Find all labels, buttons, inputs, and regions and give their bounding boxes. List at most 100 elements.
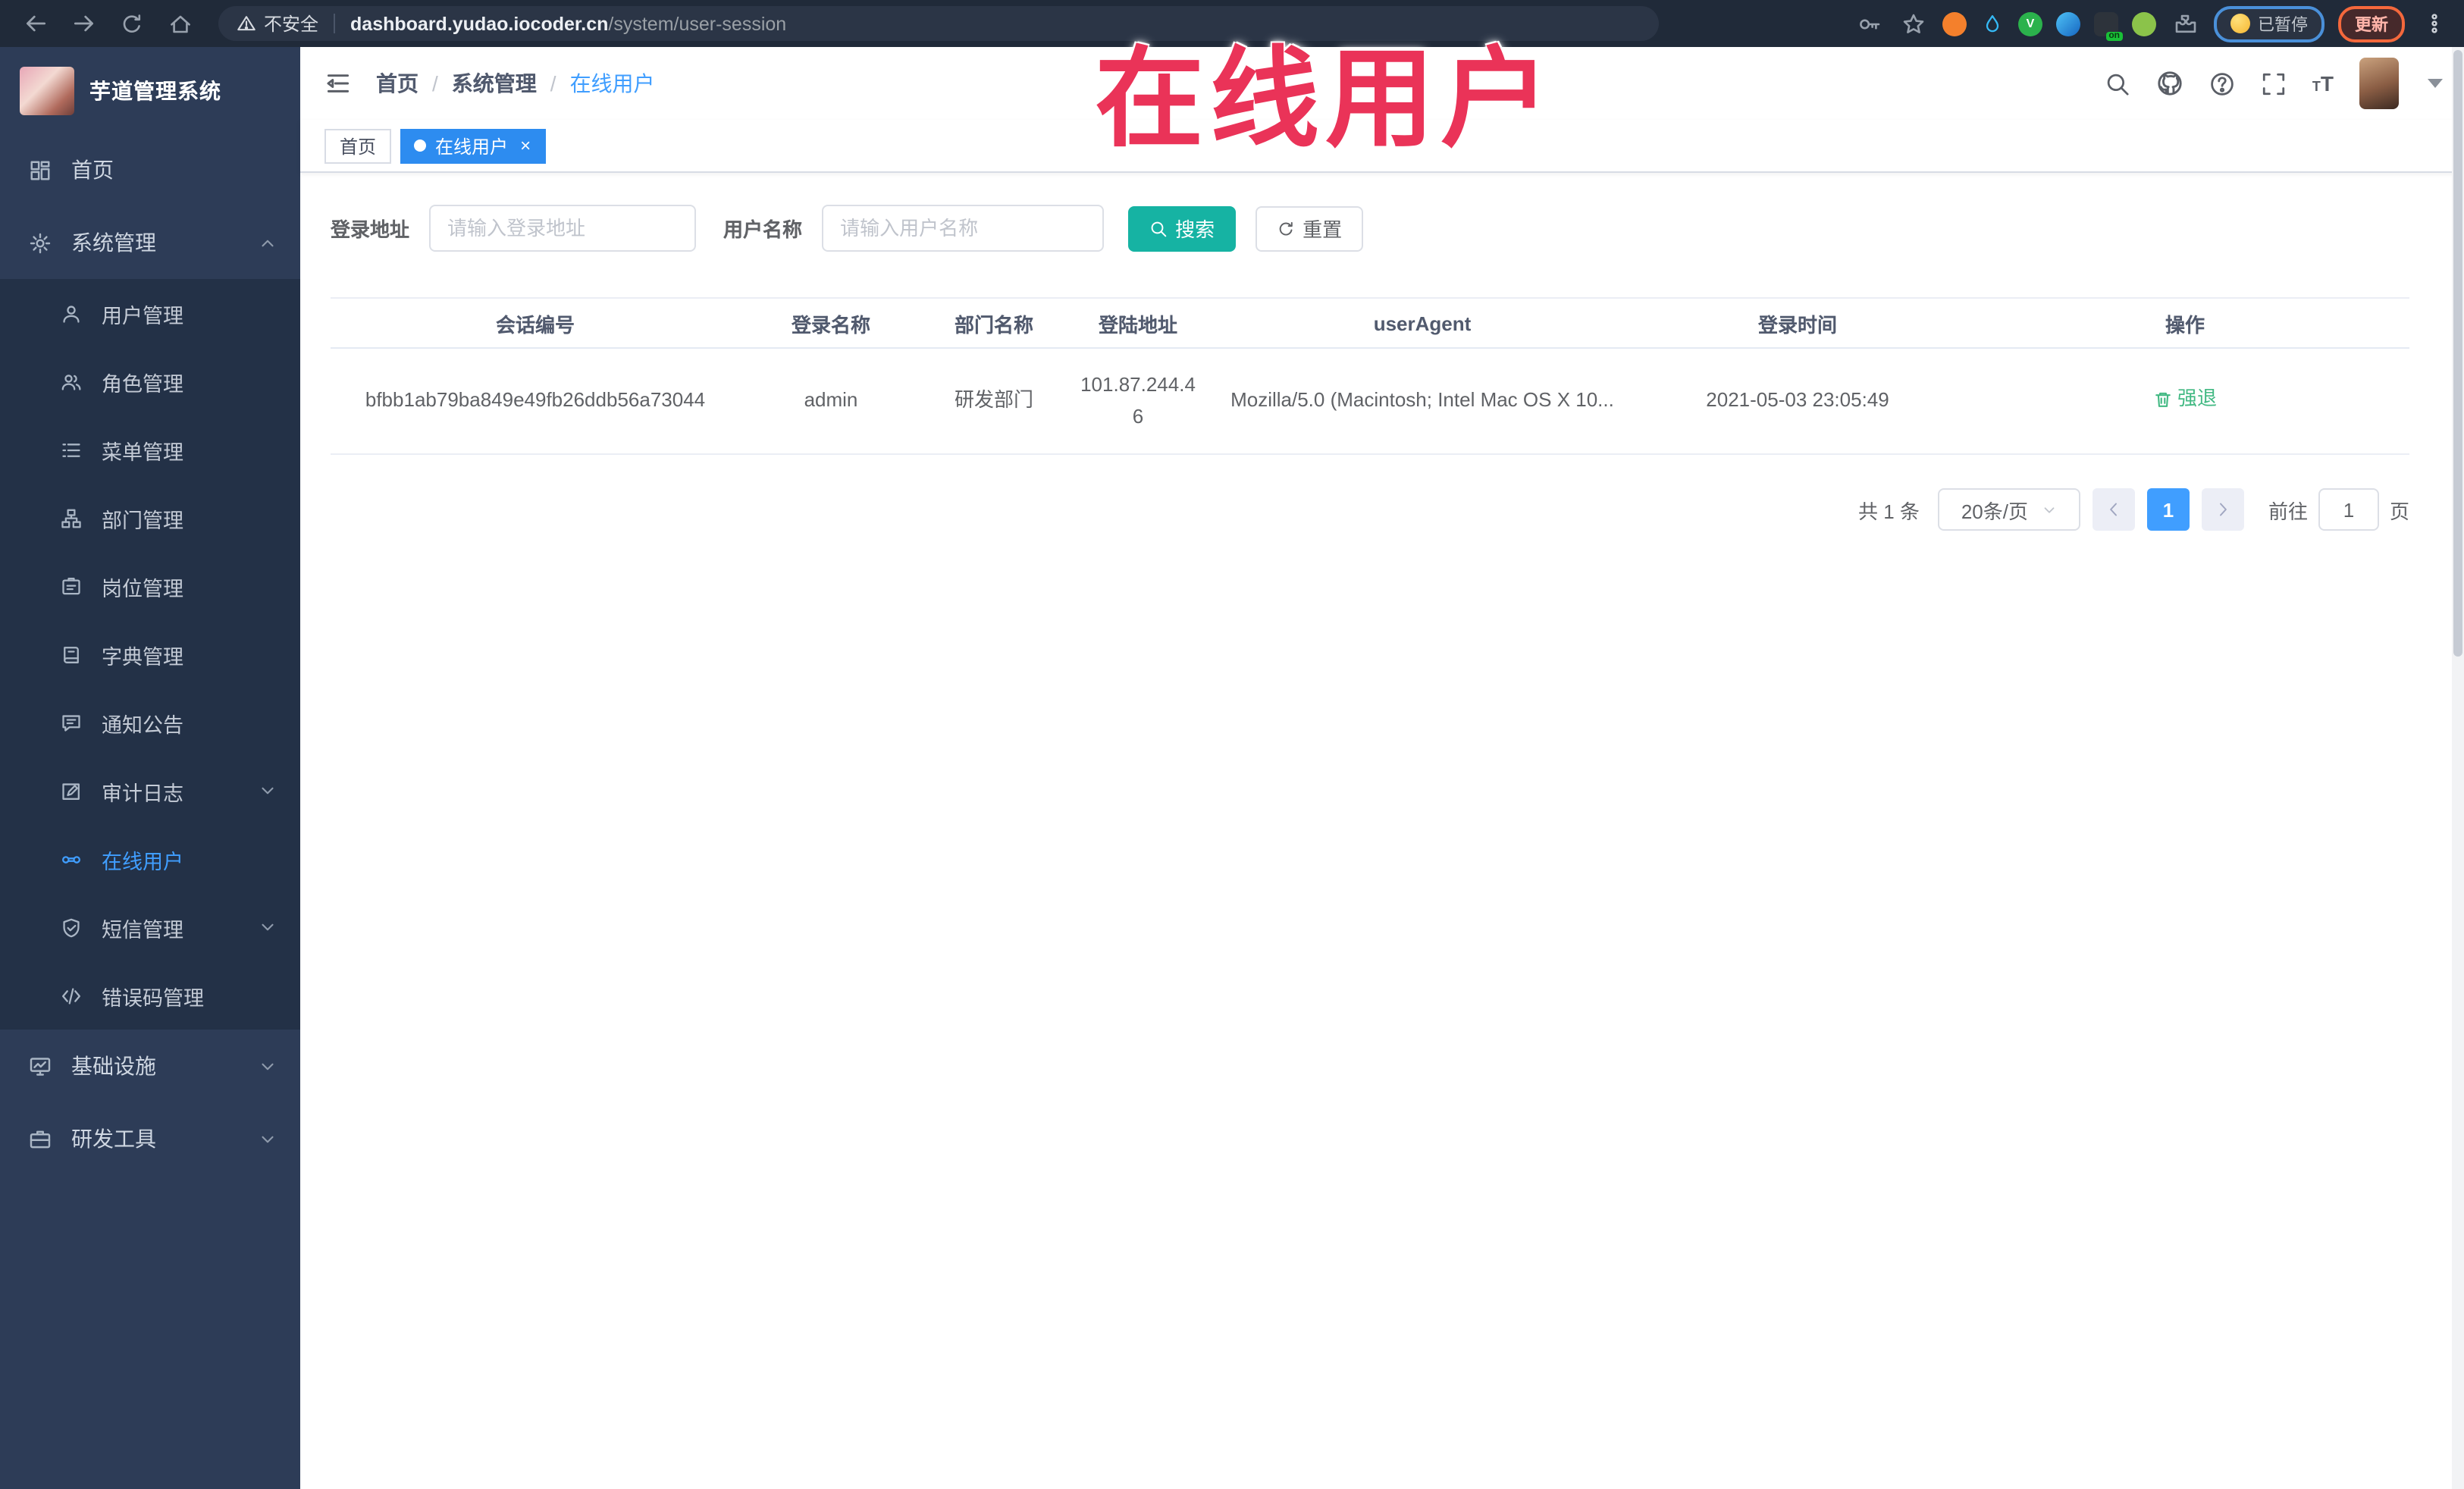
- sidebar-item-audit-log[interactable]: 审计日志: [0, 757, 300, 825]
- search-button-label: 搜索: [1175, 218, 1215, 241]
- goto-prefix: 前往: [2268, 500, 2308, 522]
- refresh-icon: [1277, 219, 1295, 237]
- browser-home-icon[interactable]: [161, 4, 200, 43]
- login-address-input[interactable]: [429, 205, 697, 252]
- sidebar-item-sms-management[interactable]: 短信管理: [0, 893, 300, 961]
- breadcrumb-separator: /: [432, 71, 438, 96]
- app-title: 芋道管理系统: [89, 78, 221, 102]
- chevron-up-icon: [258, 233, 277, 252]
- username-input[interactable]: [822, 205, 1105, 252]
- code-icon: [61, 985, 82, 1006]
- extension-icon[interactable]: [2132, 11, 2156, 36]
- col-login-ip: 登陆地址: [1066, 297, 1210, 349]
- tag-label: 首页: [340, 136, 377, 157]
- sidebar-item-notice[interactable]: 通知公告: [0, 688, 300, 757]
- site-security-badge[interactable]: 不安全: [237, 11, 318, 36]
- current-page[interactable]: 1: [2146, 488, 2190, 531]
- github-icon[interactable]: [2156, 70, 2183, 97]
- user-avatar[interactable]: [2359, 58, 2399, 109]
- collapse-sidebar-icon[interactable]: [324, 70, 352, 97]
- sidebar-item-dict-management[interactable]: 字典管理: [0, 620, 300, 688]
- sidebar-item-dev-tools[interactable]: 研发工具: [0, 1102, 300, 1175]
- sidebar-item-label: 短信管理: [102, 918, 183, 941]
- chevron-right-icon: [2214, 500, 2232, 519]
- search-icon[interactable]: [2105, 71, 2130, 96]
- online-user-icon: [61, 848, 82, 870]
- close-icon[interactable]: ×: [520, 136, 531, 155]
- page-scrollbar[interactable]: [2452, 47, 2464, 1489]
- cell-login-time: 2021-05-03 23:05:49: [1635, 348, 1961, 455]
- shield-check-icon: [61, 917, 82, 938]
- fullscreen-icon[interactable]: [2261, 71, 2287, 96]
- extension-icon[interactable]: [2056, 11, 2080, 36]
- reset-button[interactable]: 重置: [1256, 205, 1364, 251]
- active-dot: [414, 139, 427, 152]
- sidebar-logo[interactable]: 芋道管理系统: [0, 47, 300, 133]
- browser-forward-icon[interactable]: [64, 4, 103, 43]
- browser-reload-icon[interactable]: [112, 4, 152, 43]
- monitor-chart-icon: [29, 1055, 52, 1077]
- col-user-agent: userAgent: [1210, 297, 1635, 349]
- sidebar-item-label: 通知公告: [102, 713, 183, 736]
- page-size-select[interactable]: 20条/页: [1937, 488, 2080, 531]
- sidebar-item-error-code[interactable]: 错误码管理: [0, 961, 300, 1030]
- sidebar-item-user-management[interactable]: 用户管理: [0, 279, 300, 347]
- sidebar-item-role-management[interactable]: 角色管理: [0, 347, 300, 415]
- sidebar-item-home[interactable]: 首页: [0, 133, 300, 206]
- app-window: 芋道管理系统 首页 系统管理 用户管理 角色管理 菜单管理 部门管理 岗位管理 …: [0, 47, 2464, 1489]
- sidebar-item-system-management[interactable]: 系统管理: [0, 206, 300, 279]
- bookmark-star-icon[interactable]: [1898, 8, 1929, 39]
- search-button[interactable]: 搜索: [1128, 205, 1237, 251]
- force-logout-button[interactable]: 强退: [2153, 384, 2217, 414]
- paused-badge-label: 已暂停: [2258, 16, 2308, 34]
- cell-login-ip: 101.87.244.46: [1066, 348, 1210, 455]
- avatar-caret-icon[interactable]: [2428, 79, 2443, 88]
- sidebar-item-label: 错误码管理: [102, 986, 204, 1009]
- breadcrumb-current: 在线用户: [569, 71, 655, 96]
- sidebar-item-post-management[interactable]: 岗位管理: [0, 552, 300, 620]
- update-button[interactable]: 更新: [2338, 5, 2405, 42]
- force-logout-label: 强退: [2177, 387, 2217, 410]
- user-icon: [61, 303, 82, 324]
- prev-page-button[interactable]: [2092, 488, 2135, 531]
- logo-image: [20, 66, 74, 114]
- url-path: /system/user-session: [608, 13, 787, 34]
- tag-online-users[interactable]: 在线用户 ×: [400, 128, 547, 163]
- breadcrumb-home[interactable]: 首页: [376, 68, 419, 99]
- page-size-value: 20条/页: [1961, 500, 2028, 522]
- extension-icon[interactable]: on: [2094, 11, 2123, 40]
- browser-back-icon[interactable]: [15, 4, 55, 43]
- breadcrumb-system[interactable]: 系统管理: [452, 68, 537, 99]
- font-size-icon[interactable]: TT: [2312, 71, 2334, 96]
- tag-home[interactable]: 首页: [324, 128, 392, 163]
- sidebar-item-online-users[interactable]: 在线用户: [0, 825, 300, 893]
- password-key-icon[interactable]: [1854, 8, 1885, 39]
- extensions-puzzle-icon[interactable]: [2170, 8, 2200, 39]
- sidebar-item-label: 部门管理: [102, 509, 183, 531]
- extension-icon[interactable]: V: [2018, 11, 2042, 36]
- main-panel: 首页 / 系统管理 / 在线用户 TT 首页 在线用户 × 登录地址 请输入登录…: [300, 47, 2464, 1489]
- sidebar-item-menu-management[interactable]: 菜单管理: [0, 415, 300, 484]
- sidebar-item-infrastructure[interactable]: 基础设施: [0, 1030, 300, 1102]
- update-label: 更新: [2355, 16, 2388, 34]
- divider: [334, 14, 336, 33]
- cell-login-name: admin: [740, 348, 922, 455]
- org-tree-icon: [61, 507, 82, 528]
- extension-icon[interactable]: [1942, 11, 1967, 36]
- browser-menu-icon[interactable]: [2419, 8, 2449, 39]
- next-page-button[interactable]: [2201, 488, 2244, 531]
- extension-drop-icon[interactable]: [1980, 11, 2005, 36]
- help-icon[interactable]: [2209, 71, 2235, 96]
- paused-profile-chip[interactable]: 已暂停: [2214, 5, 2324, 42]
- pagination: 共 1 条 20条/页 1 前往 页: [331, 488, 2409, 531]
- sidebar-item-label: 用户管理: [102, 304, 183, 327]
- table-header-row: 会话编号 登录名称 部门名称 登陆地址 userAgent 登录时间 操作: [331, 297, 2409, 349]
- chevron-down-icon: [258, 1129, 277, 1149]
- sidebar-item-dept-management[interactable]: 部门管理: [0, 484, 300, 552]
- chevron-down-icon: [258, 917, 277, 937]
- scrollbar-thumb[interactable]: [2453, 50, 2462, 657]
- sidebar-item-label: 首页: [71, 158, 114, 182]
- sidebar: 芋道管理系统 首页 系统管理 用户管理 角色管理 菜单管理 部门管理 岗位管理 …: [0, 47, 300, 1489]
- goto-page-input[interactable]: [2318, 488, 2379, 531]
- page-content: 登录地址 用户名称 搜索 重置: [300, 173, 2464, 531]
